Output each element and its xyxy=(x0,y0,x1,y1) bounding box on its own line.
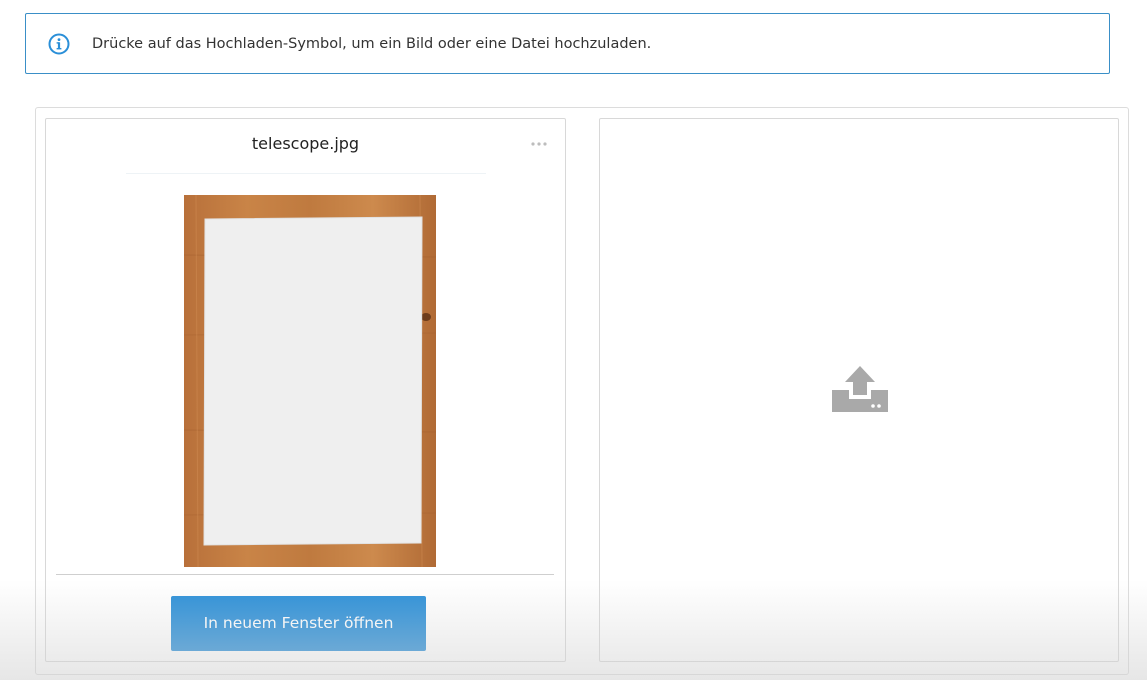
open-in-new-window-button[interactable]: In neuem Fenster öffnen xyxy=(171,596,426,651)
info-banner: Drücke auf das Hochladen-Symbol, um ein … xyxy=(25,13,1110,74)
file-name: telescope.jpg xyxy=(251,134,360,153)
file-card: telescope.jpg In neuem Fenster öffnen xyxy=(45,118,566,662)
card-divider xyxy=(56,574,554,575)
name-divider xyxy=(126,173,486,174)
info-circle-icon xyxy=(48,33,70,55)
info-message: Drücke auf das Hochladen-Symbol, um ein … xyxy=(92,36,652,52)
upload-dropzone[interactable] xyxy=(599,118,1119,662)
upload-icon[interactable] xyxy=(831,362,889,420)
image-preview[interactable] xyxy=(184,195,436,567)
more-dots-icon[interactable] xyxy=(529,137,549,151)
